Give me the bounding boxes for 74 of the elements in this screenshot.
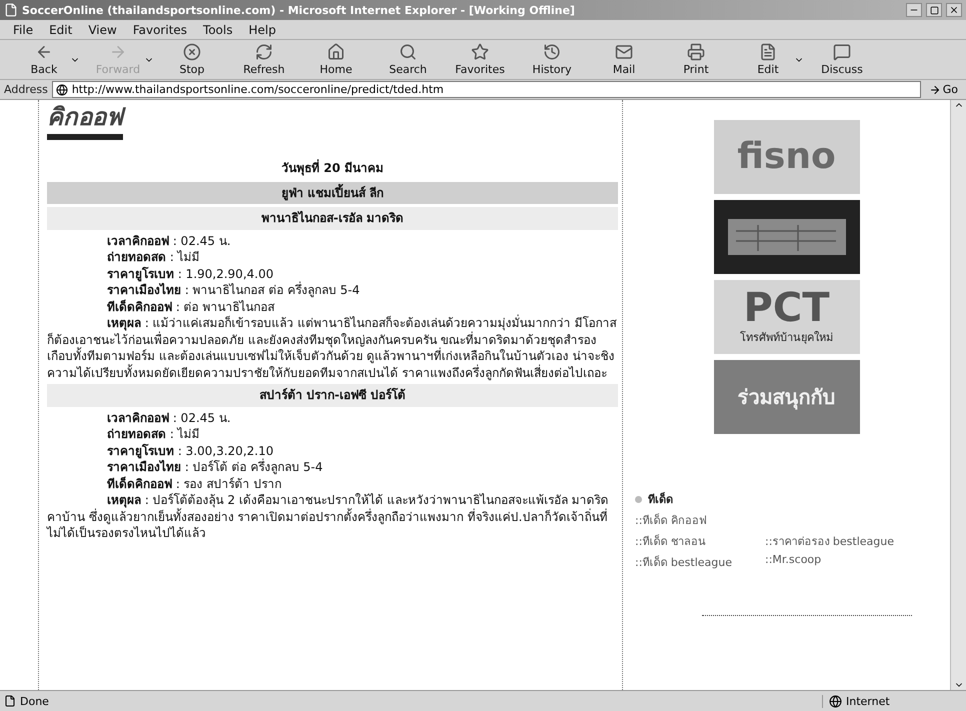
back-icon [35, 43, 53, 61]
ad-banner[interactable]: PCT โทรศัพท์บ้านยุคใหม่ [714, 280, 860, 354]
tips-heading: ทีเด็ด [648, 491, 673, 508]
maximize-button[interactable] [926, 3, 942, 17]
search-icon [399, 43, 417, 61]
history-icon [543, 43, 561, 61]
arrow-icon [928, 84, 941, 96]
stop-icon [183, 43, 201, 61]
address-label: Address [4, 83, 48, 96]
toolbar-button[interactable]: Print [660, 40, 732, 78]
match-detail: ทีเด็ดคิกออฟ : รอง สปาร์ต้า ปราก [106, 476, 282, 492]
toolbar-button[interactable]: History [516, 40, 588, 78]
league-heading: ยูฟ่า แชมเปี้ยนส์ ลีก [47, 182, 618, 204]
menu-item[interactable]: Favorites [126, 22, 194, 36]
page-icon [4, 3, 18, 17]
globe-icon [56, 84, 68, 96]
menu-item[interactable]: File [6, 22, 40, 36]
home-icon [327, 43, 345, 61]
banner-subtext: โทรศัพท์บ้านยุคใหม่ [740, 330, 833, 346]
toolbar-button[interactable]: Favorites [444, 40, 516, 78]
mail-icon [615, 43, 633, 61]
match-detail: ราคาเมืองไทย : ปอร์โต้ ต่อ ครึ่งลูกลบ 5-4 [106, 459, 324, 476]
ad-banner[interactable] [714, 200, 860, 274]
banner-text: PCT [744, 288, 830, 328]
toolbar-button[interactable]: Discuss [806, 40, 878, 78]
menu-item[interactable]: View [81, 22, 124, 36]
match-detail: ราคาเมืองไทย : พานาธิไนกอส ต่อ ครึ่งลูกลบ 5-4 [106, 282, 361, 298]
menu-item[interactable]: Tools [196, 22, 240, 36]
status-text: Done [20, 694, 50, 708]
match-heading: พานาธิไนกอส-เรอัล มาดริด [47, 207, 618, 230]
page-icon [4, 695, 16, 707]
chat-icon [833, 43, 851, 61]
match-detail: เวลาคิกออฟ : 02.45 น. [106, 232, 232, 249]
menu-item[interactable]: Edit [42, 22, 80, 36]
zone-label: Internet [846, 694, 890, 708]
close-icon [949, 5, 959, 15]
toolbar-button[interactable]: Search [372, 40, 444, 78]
toolbar-button[interactable]: Stop [156, 40, 228, 78]
globe-icon [829, 694, 842, 708]
match-detail: เวลาคิกออฟ : 02.45 น. [106, 410, 232, 426]
refresh-icon [255, 43, 273, 61]
tip-link[interactable]: ::ทีเด็ด bestleague [635, 553, 765, 571]
printer-icon [687, 43, 705, 61]
match-reason: เหตุผล : แม้ว่าแค่เสมอก็เข้ารอบแล้ว แต่พานาธิไนกอสก็จะต้องเล่นด้วยความมุ่งมั่นมากกว่า มีโอกาสก็ต้องเอาชนะไว้ก่อนเพื่อความปลอดภัย และยังคงส่งทีมชุดใหญ่ลงกันครบครัน ขณะที่มาดริดมาด้วยชุดสำรองเกือบทั้งทีมตามฟอร์ม และต้องเล่นแบบเซฟไม่ให้เจ็บตัวกันด้วย ดูแล้วพานาฯที่เก่งเหลือกินในบ้านตัวเอง น่าจะชิงความได้เปรียบทั้งหมดยัดเยียดความปราชัยให้กับยอดทีมจากสเปนได้ ราคาแพงถึงครึ่งลูกกัดฟันเสี่ยงต่อไปเถอะ [47, 315, 618, 381]
match-detail: ถ่ายทอดสด : ไม่มี [106, 426, 201, 442]
tip-link[interactable]: ::ทีเด็ด คิกออฟ [635, 511, 765, 529]
date-heading: วันพุธที่ 20 มีนาคม [280, 158, 385, 178]
forward-icon [109, 43, 127, 61]
match-detail: ทีเด็ดคิกออฟ : ต่อ พานาธิไนกอส [106, 298, 276, 315]
match-reason: เหตุผล : ปอร์โต้ต้องลุ้น 2 เด้งคือมาเอาชนะปรากให้ได้ และหวังว่าพานาธิไนกอสจะแพ้เรอัล มาดริดคาบ้าน ซึ่งดูแล้วยากเย็นทั้งสองอย่าง ราคาเปิดมาต่อปรากตั้งครึ่งลูกถือว่าแพงมาก ที่จริงแค่ป.ปลาก็วัดเจ้าถิ่นที่ไม่ได้เป็นรองตรงไหนไปได้แล้ว [47, 492, 610, 542]
banner-text: fisno [737, 139, 836, 175]
match-detail: ราคายูโรเบท : 3.00,3.20,2.10 [106, 442, 274, 458]
match-detail: ราคายูโรเบท : 1.90,2.90,4.00 [106, 266, 274, 282]
match-detail: ถ่ายทอดสด : ไม่มี [106, 249, 201, 266]
window-title: SoccerOnline (thailandsportsonline.com) - Microsoft Internet Explorer - [Working Offline] [22, 4, 576, 16]
go-button[interactable]: Go [924, 83, 962, 96]
toolbar-button[interactable]: Back [8, 40, 80, 78]
ad-banner[interactable]: ร่วมสนุกกับ [714, 360, 860, 434]
tip-link[interactable]: ::ทีเด็ด ชาลอน [635, 532, 765, 550]
close-button[interactable] [946, 3, 962, 17]
toolbar-button[interactable]: Edit [732, 40, 804, 78]
maximize-icon [930, 6, 938, 14]
address-field[interactable]: http://www.thailandsportsonline.com/socceronline/predict/tded.htm [52, 81, 921, 98]
tip-link[interactable]: ::ราคาต่อรอง bestleague [765, 532, 915, 550]
toolbar-button[interactable]: Refresh [228, 40, 300, 78]
minimize-button[interactable] [906, 3, 922, 17]
star-icon [471, 43, 489, 61]
tip-link[interactable]: ::Mr.scoop [765, 553, 915, 571]
bullet-icon [635, 496, 642, 502]
menu-item[interactable]: Help [242, 22, 283, 36]
match-heading: สปาร์ต้า ปราก-เอฟซี ปอร์โต้ [47, 384, 618, 406]
toolbar-button[interactable]: Home [300, 40, 372, 78]
document-icon [759, 43, 777, 61]
toolbar-button[interactable]: Mail [588, 40, 660, 78]
